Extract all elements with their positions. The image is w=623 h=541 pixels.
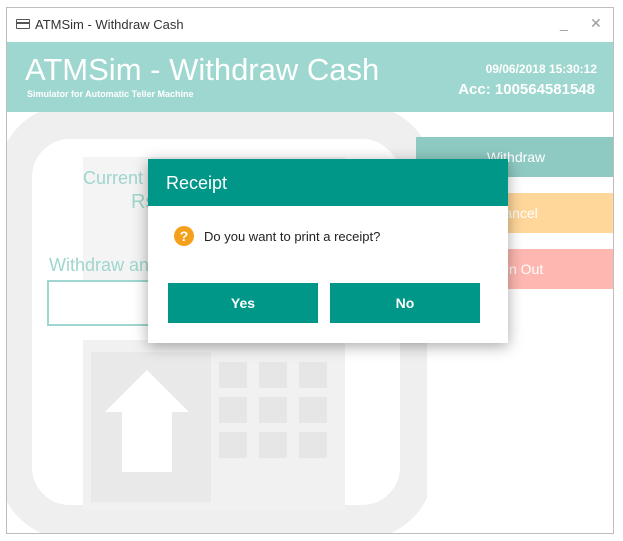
no-button[interactable]: No — [330, 283, 480, 323]
card-icon — [16, 19, 30, 29]
current-balance-label: Current — [83, 168, 144, 188]
dialog-message: Do you want to print a receipt? — [204, 229, 381, 244]
title-bar: ATMSim - Withdraw Cash _ ✕ — [7, 8, 613, 42]
window-title: ATMSim - Withdraw Cash — [35, 17, 184, 32]
question-icon: ? — [174, 226, 194, 246]
receipt-dialog: Receipt ? Do you want to print a receipt… — [148, 159, 508, 343]
page-title: ATMSim - Withdraw Cash — [25, 52, 380, 87]
page-subtitle: Simulator for Automatic Teller Machine — [27, 89, 194, 99]
dialog-header: Receipt — [148, 159, 508, 206]
withdraw-amount-label: Withdraw an — [49, 255, 150, 275]
page-header: ATMSim - Withdraw Cash Simulator for Aut… — [7, 42, 613, 112]
close-button[interactable]: ✕ — [590, 15, 602, 32]
dialog-title: Receipt — [166, 173, 228, 193]
datetime-label: 09/06/2018 15:30:12 — [485, 62, 597, 76]
account-label: Acc: 100564581548 — [458, 81, 595, 98]
minimize-button[interactable]: _ — [560, 15, 568, 31]
yes-button[interactable]: Yes — [168, 283, 318, 323]
